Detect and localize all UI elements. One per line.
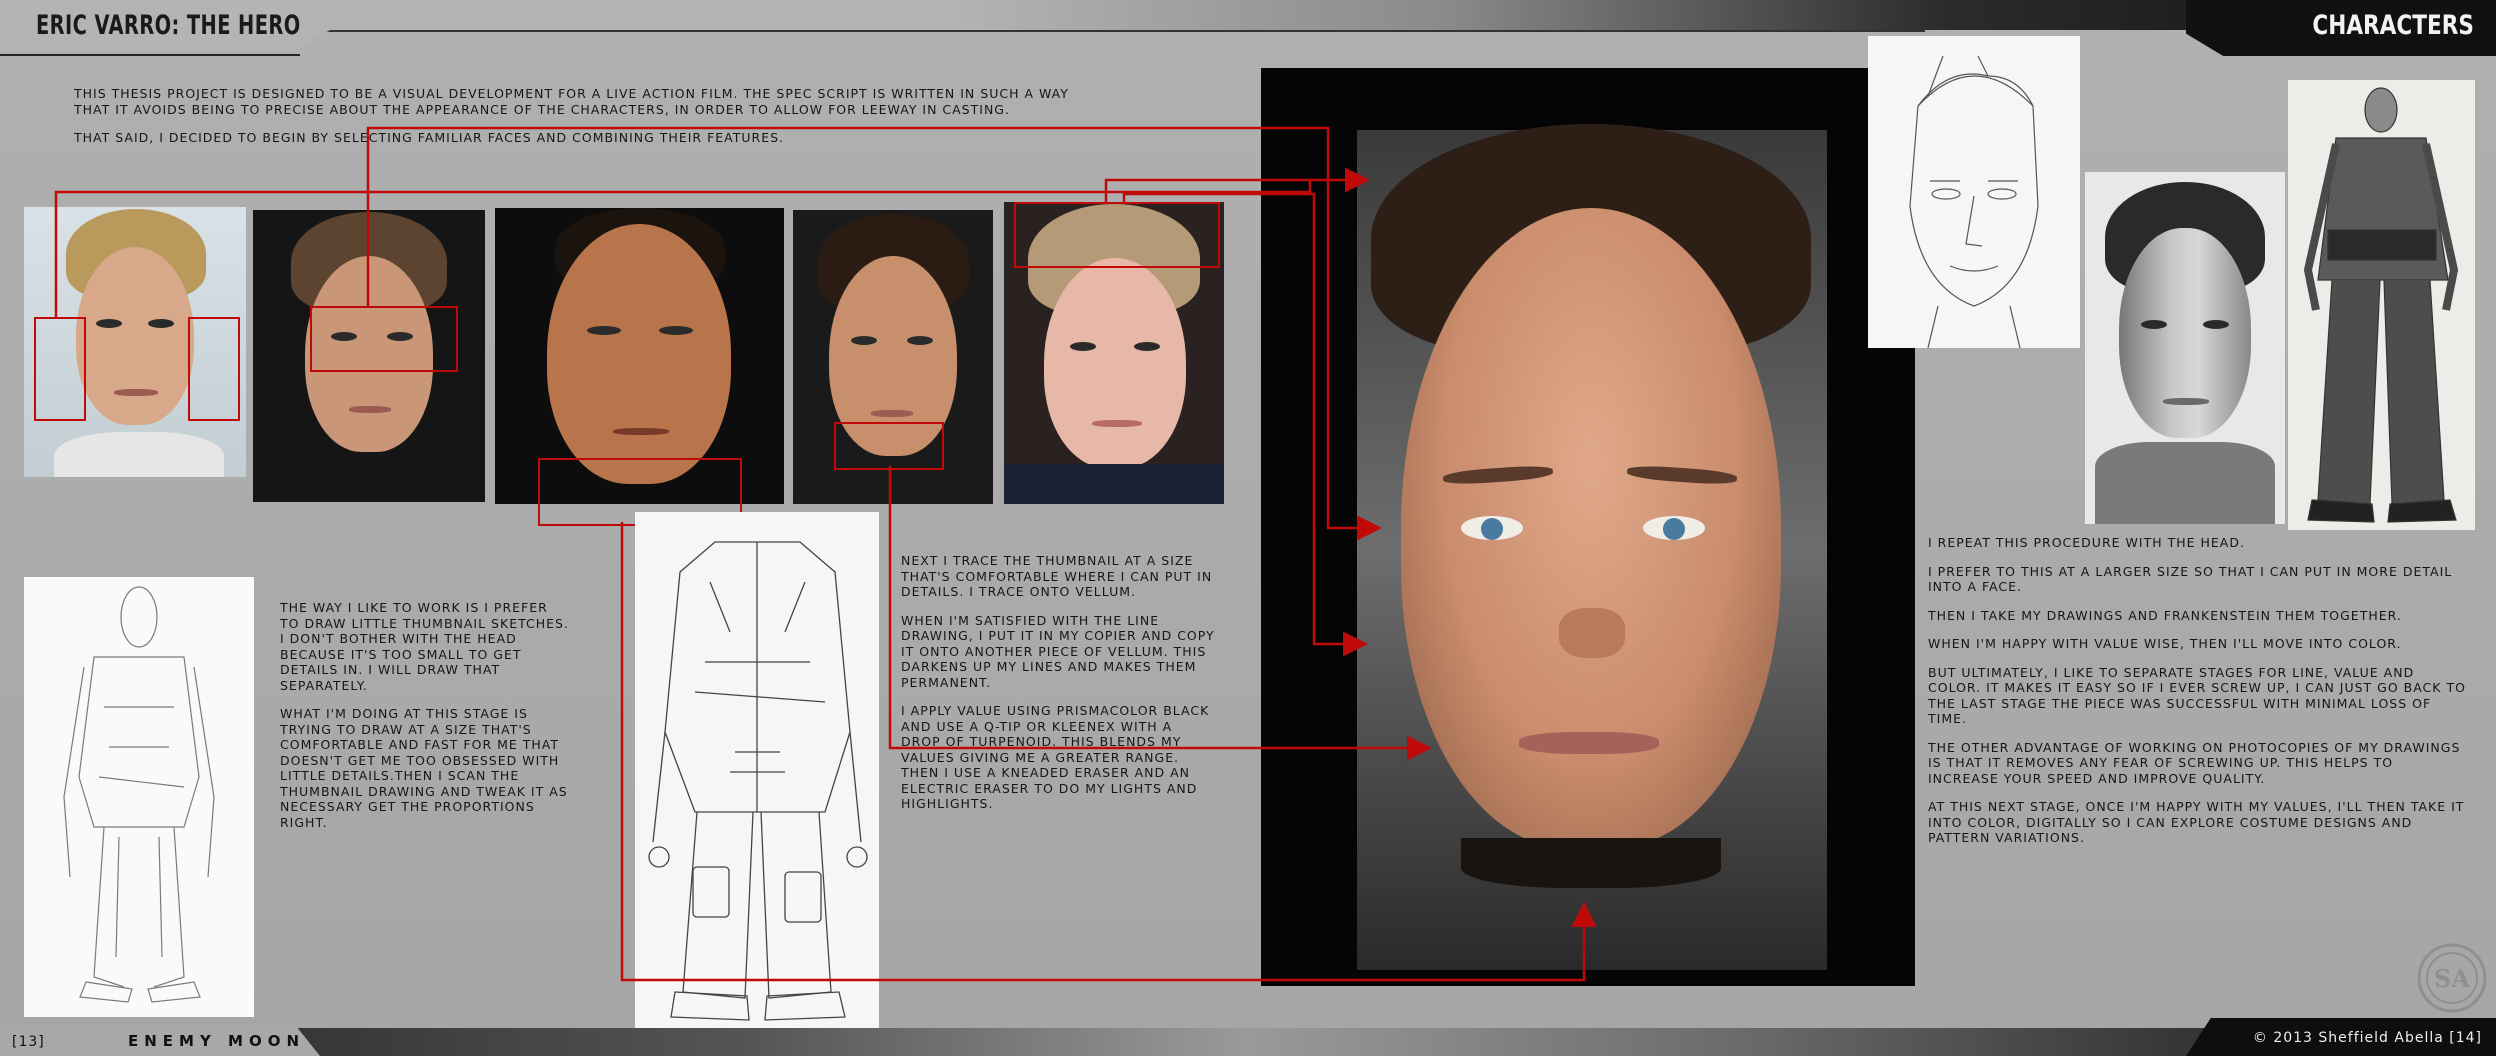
arrow-jaw-to-composite — [620, 522, 1597, 982]
arrow-ears-to-composite — [54, 167, 1370, 317]
arrow-eyes-to-composite — [366, 126, 1382, 541]
arrow-mouth-to-composite — [888, 466, 1432, 761]
sa-monogram-seal-icon: SA — [2416, 942, 2488, 1014]
footer-bar: [13] ENEMY MOON © 2013 Sheffield Abella … — [0, 1018, 2496, 1056]
footer-gradient — [0, 1028, 2496, 1056]
svg-text:SA: SA — [2434, 964, 2470, 993]
page-number-left: [13] — [12, 1034, 45, 1050]
copyright-text: © 2013 Sheffield Abella [14] — [2252, 1030, 2482, 1046]
enemy-moon-wordmark: ENEMY MOON — [128, 1032, 306, 1050]
arrow-hair-to-cheek — [1122, 192, 1368, 657]
connector-arrows — [54, 126, 1597, 982]
portfolio-page: ERIC VARRO: THE HERO CHARACTERS This the… — [0, 0, 2496, 1056]
